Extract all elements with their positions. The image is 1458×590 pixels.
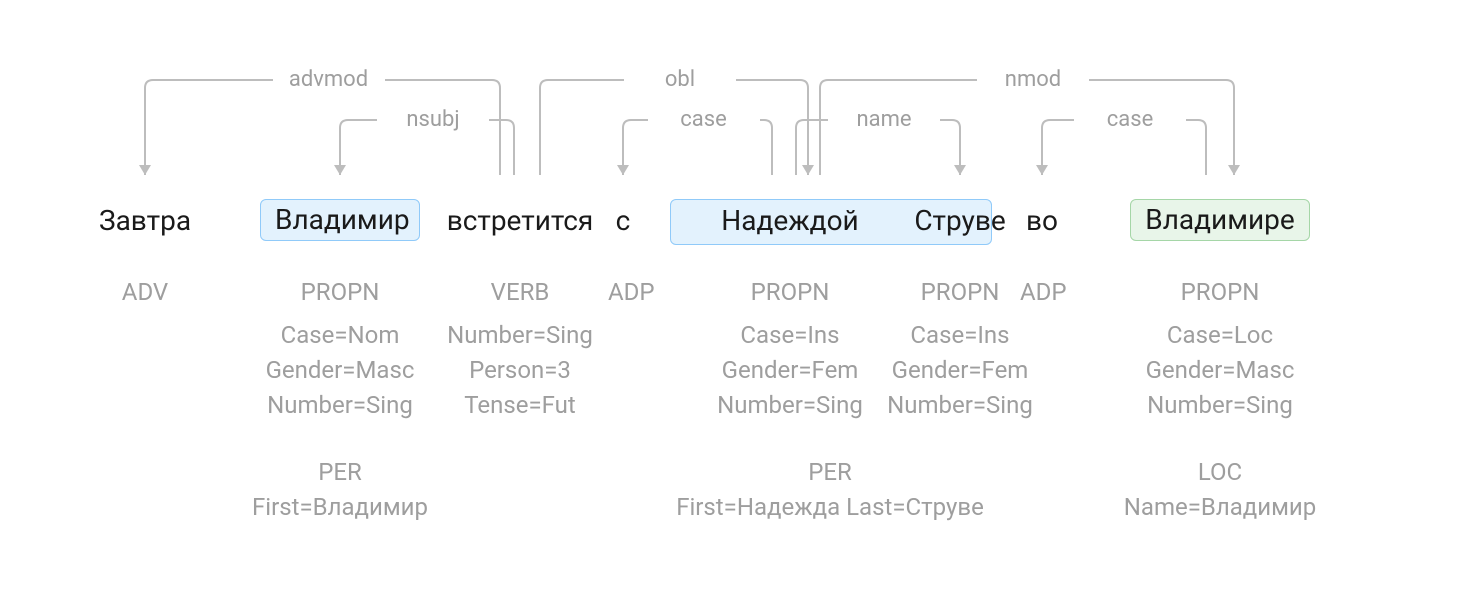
token-3: с [608,207,638,235]
feats-7: Case=LocGender=MascNumber=Sing [1100,318,1340,422]
token-7: Владимире [1130,199,1310,241]
ner-1: PERFirst=Владимир [220,455,460,525]
token-0: Завтра [90,207,200,235]
dependency-parse-diagram: ЗавтраADVВладимирPROPNCase=NomGender=Mas… [0,0,1458,590]
pos-3: ADP [608,280,638,304]
dep-name-4: name [828,109,940,131]
ner-7: LOCName=Владимир [1090,455,1350,525]
token-1: Владимир [260,199,420,241]
token-5: Струве [900,207,1020,235]
dep-obl-2: obl [624,69,736,91]
feats-2: Number=SingPerson=3Tense=Fut [405,318,635,422]
pos-7: PROPN [1130,280,1310,304]
pos-2: VERB [435,280,605,304]
pos-4: PROPN [705,280,875,304]
token-2: встретится [435,207,605,235]
ner-span-per-label: PERFirst=Надежда Last=Струве [650,455,1010,525]
pos-5: PROPN [900,280,1020,304]
pos-0: ADV [90,280,200,304]
dep-advmod-0: advmod [273,69,385,91]
dep-nsubj-1: nsubj [377,109,489,131]
dep-case-3: case [648,109,760,131]
feats-5: Case=InsGender=FemNumber=Sing [870,318,1050,422]
pos-1: PROPN [260,280,420,304]
dep-nmod-5: nmod [977,69,1089,91]
dep-case-6: case [1074,109,1186,131]
pos-6: ADP [1020,280,1064,304]
token-6: во [1020,207,1064,235]
token-4: Надеждой [705,207,875,235]
